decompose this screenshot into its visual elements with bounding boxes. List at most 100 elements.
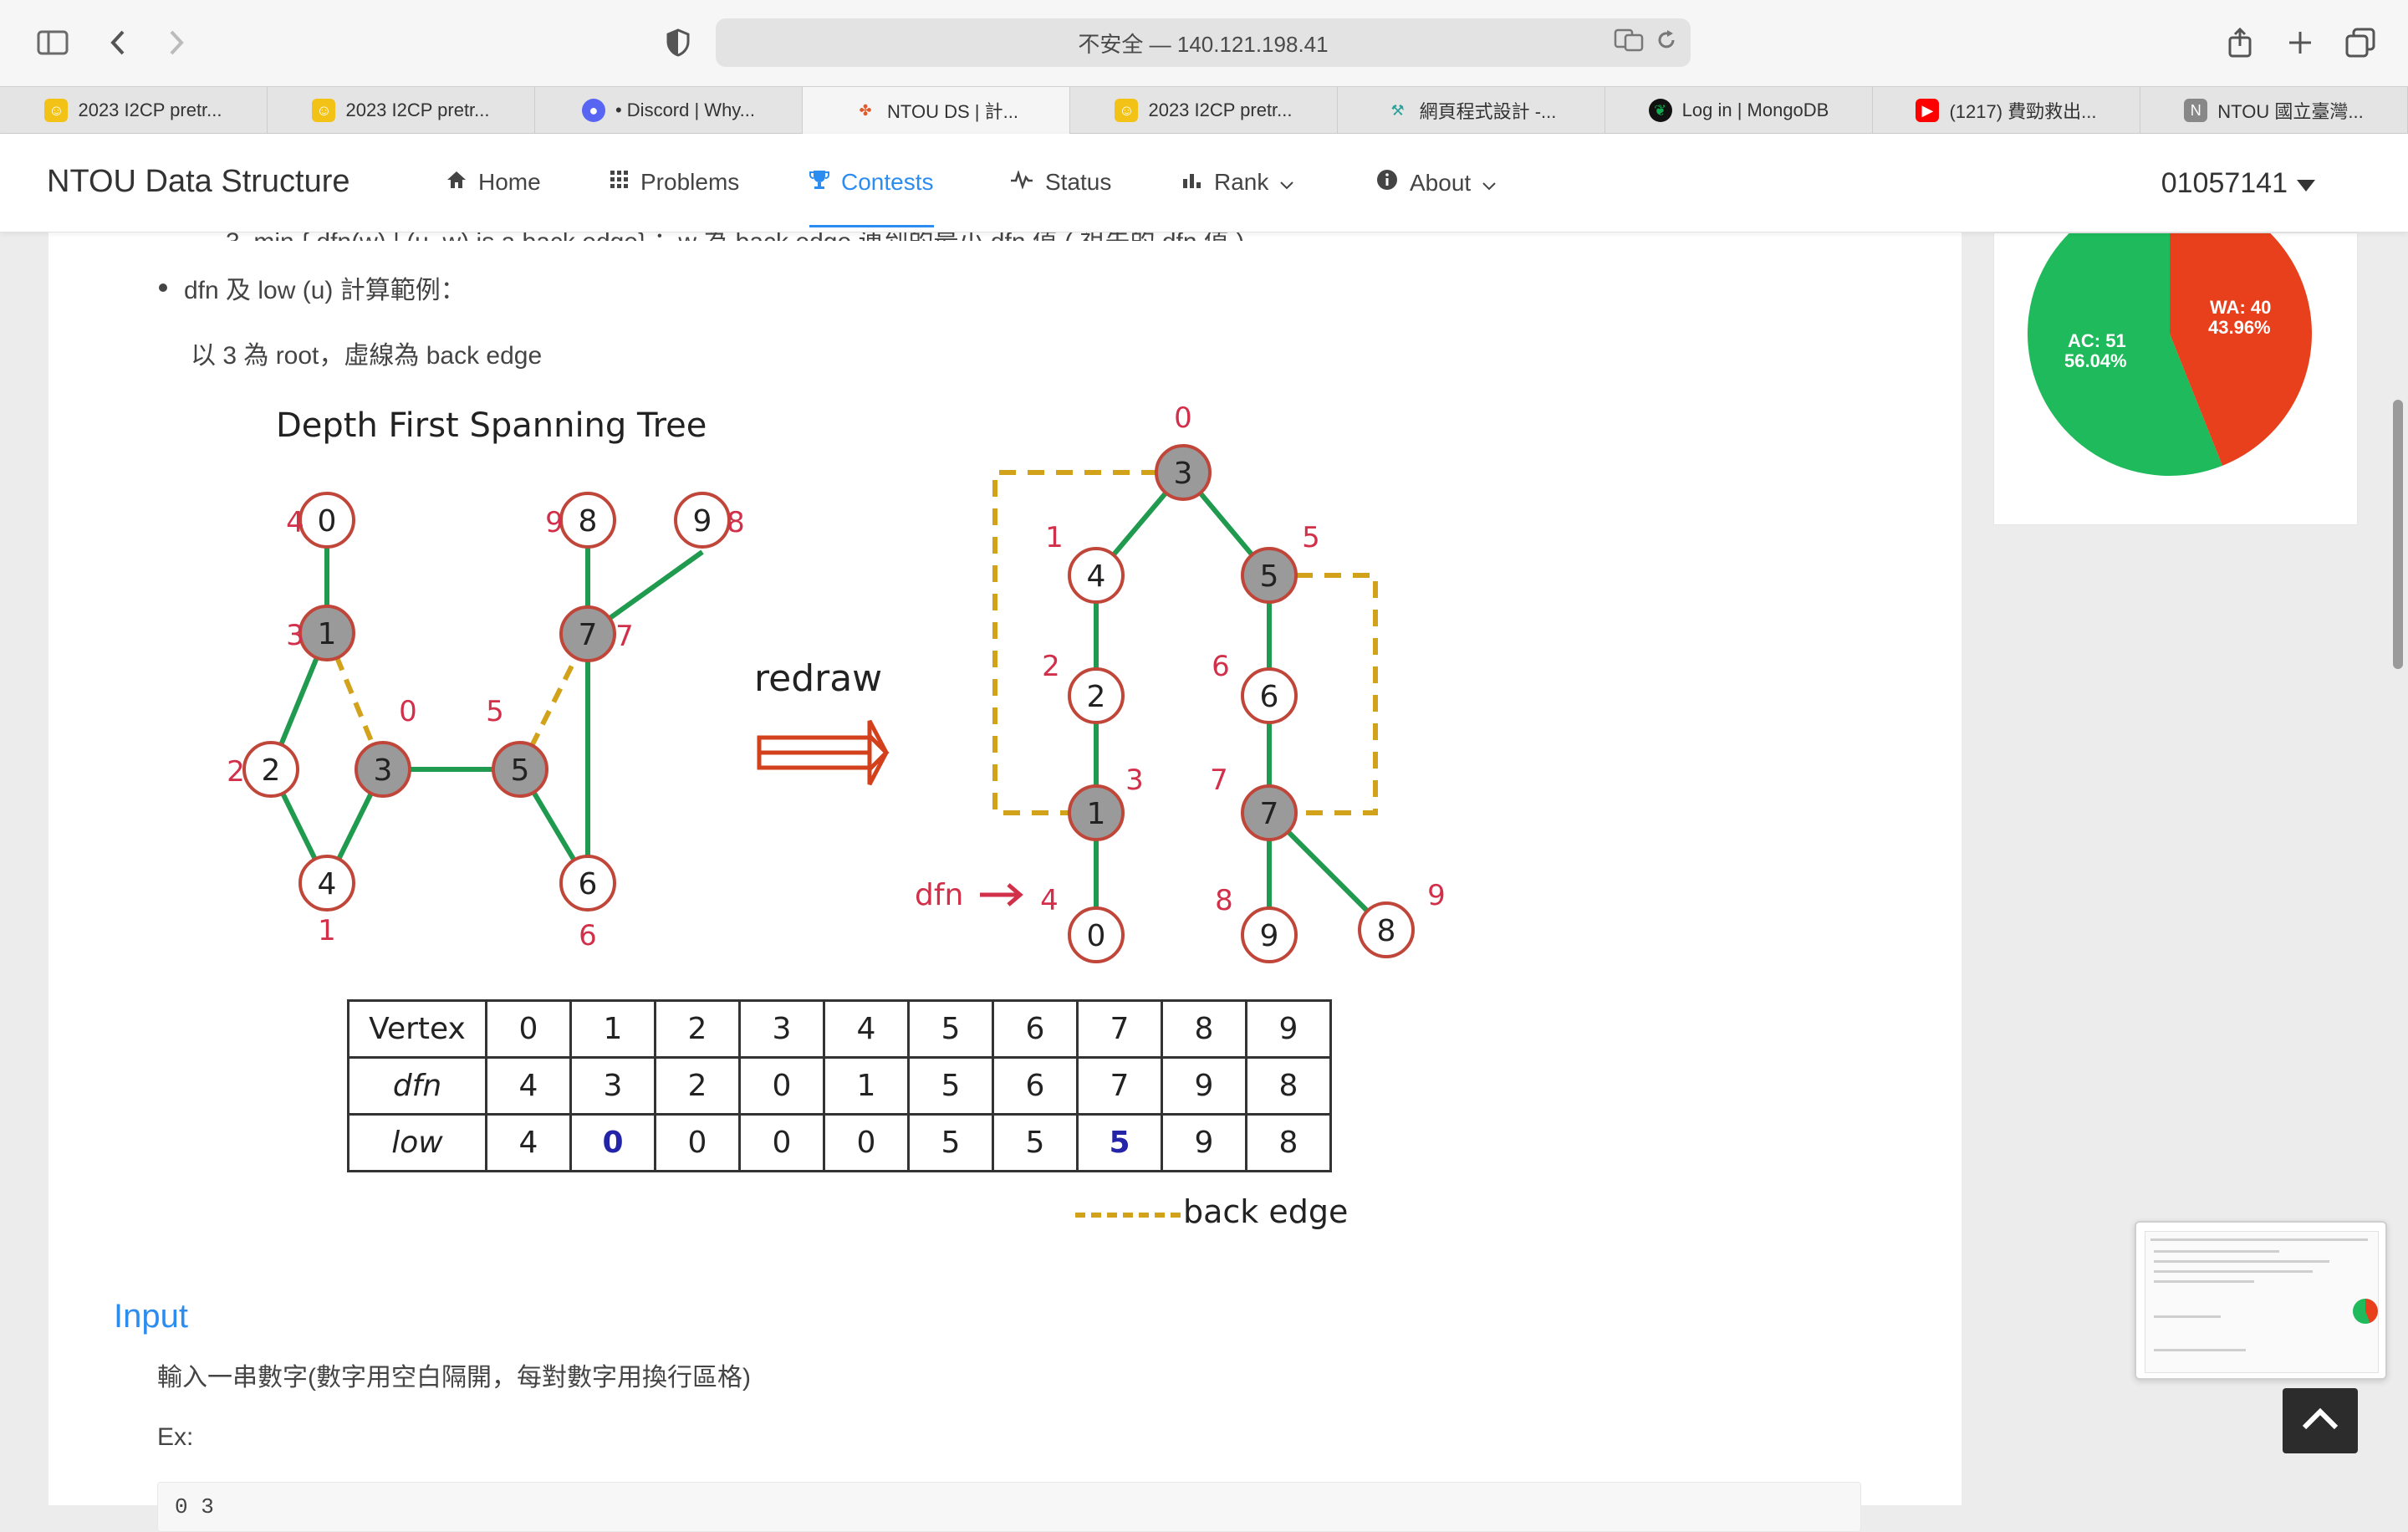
- table-cell: 7: [1076, 1056, 1163, 1116]
- table-header-cell: 2: [654, 999, 741, 1059]
- left-dfn-label-1: 3: [286, 619, 304, 652]
- left-node-label-1: 1: [318, 617, 337, 651]
- tab-label: 2023 I2CP pretr...: [78, 100, 222, 120]
- tab-i2cp-3[interactable]: ☺ 2023 I2CP pretr...: [1070, 87, 1338, 134]
- right-node-label-0: 0: [1087, 919, 1106, 953]
- dfn-label: dfn: [915, 878, 963, 912]
- left-dfn-label-5: 5: [486, 695, 504, 728]
- right-node-label-1: 1: [1087, 797, 1106, 831]
- table-cell: 0: [738, 1056, 825, 1116]
- page-scrollbar-thumb[interactable]: [2393, 400, 2403, 669]
- chevron-down-icon: [1482, 170, 1496, 197]
- bar-chart-icon: [1182, 171, 1202, 195]
- right-node-label-7: 7: [1260, 797, 1279, 831]
- left-dfn-label-0: 4: [286, 506, 304, 539]
- nav-problems[interactable]: Problems: [610, 169, 739, 196]
- left-node-label-5: 5: [511, 753, 530, 788]
- back-edge-r-1-3: [992, 470, 1158, 815]
- left-dfn-label-8: 9: [545, 506, 564, 539]
- browser-toolbar: 不安全 — 140.121.198.41: [0, 0, 2408, 86]
- table-cell: 8: [1245, 1113, 1332, 1172]
- tab-label: Log in | MongoDB: [1681, 100, 1829, 120]
- page-thumbnail-preview[interactable]: [2135, 1221, 2387, 1380]
- left-node-label-0: 0: [318, 504, 337, 539]
- table-cell: 6: [992, 1056, 1079, 1116]
- figure-title: Depth First Spanning Tree: [276, 406, 707, 445]
- nav-status-label: Status: [1045, 169, 1112, 195]
- table-cell: 9: [1161, 1113, 1247, 1172]
- example-code-block: 0 3: [157, 1482, 1861, 1532]
- right-dfn-label-8: 9: [1427, 879, 1446, 912]
- tab-label: 2023 I2CP pretr...: [1148, 100, 1293, 120]
- leaf-icon: ❦: [1648, 99, 1672, 122]
- reload-icon[interactable]: [1656, 28, 1677, 58]
- chevron-up-icon: [2302, 1407, 2339, 1435]
- tab-youtube[interactable]: ▶ (1217) 費勁救出...: [1873, 87, 2140, 134]
- tab-overview-icon[interactable]: [2339, 22, 2381, 64]
- back-icon[interactable]: [97, 22, 139, 64]
- table-header-cell: 0: [485, 999, 572, 1059]
- bullet-dot: [159, 283, 167, 292]
- table-header-cell: 3: [738, 999, 825, 1059]
- table-cell: 1: [823, 1056, 910, 1116]
- table-header-cell: 6: [992, 999, 1079, 1059]
- chevron-down-icon: [1280, 169, 1294, 196]
- table-cell: 8: [1245, 1056, 1332, 1116]
- table-row-label: dfn: [347, 1056, 487, 1116]
- youtube-icon: ▶: [1916, 99, 1940, 122]
- back-to-top-button[interactable]: [2283, 1388, 2358, 1453]
- left-node-label-9: 9: [693, 504, 712, 539]
- nav-problems-label: Problems: [640, 169, 740, 195]
- table-header-cell: 4: [823, 999, 910, 1059]
- tab-mongodb[interactable]: ❦ Log in | MongoDB: [1605, 87, 1873, 134]
- new-tab-icon[interactable]: [2279, 22, 2321, 64]
- table-cell: 5: [907, 1056, 994, 1116]
- tab-i2cp-2[interactable]: ☺ 2023 I2CP pretr...: [268, 87, 535, 134]
- left-node-label-3: 3: [374, 753, 393, 788]
- right-dfn-label-6: 6: [1212, 650, 1230, 683]
- nav-status[interactable]: Status: [1010, 169, 1111, 196]
- tab-ntou-notion[interactable]: N NTOU 國立臺灣...: [2140, 87, 2408, 134]
- left-dfn-label-7: 7: [615, 620, 634, 653]
- tab-ntou-ds[interactable]: ✤ NTOU DS | 計...: [803, 87, 1070, 134]
- table-cell: 9: [1161, 1056, 1247, 1116]
- bullet-text: dfn 及 low (u) 計算範例：: [184, 277, 466, 304]
- nav-home-label: Home: [478, 169, 541, 195]
- privacy-shield-icon[interactable]: [657, 22, 699, 64]
- left-dfn-label-2: 2: [227, 755, 245, 789]
- site-brand[interactable]: NTOU Data Structure: [47, 164, 350, 200]
- address-bar[interactable]: 不安全 — 140.121.198.41: [716, 18, 1691, 67]
- left-dfn-label-6: 6: [579, 919, 597, 952]
- nav-contests[interactable]: Contests: [809, 169, 934, 227]
- translate-icon[interactable]: [1614, 28, 1644, 58]
- table-cell: 0: [569, 1113, 656, 1172]
- forward-icon[interactable]: [156, 22, 197, 64]
- table-header-cell: 9: [1245, 999, 1332, 1059]
- table-cell: 0: [738, 1113, 825, 1172]
- tab-i2cp-1[interactable]: ☺ 2023 I2CP pretr...: [0, 87, 268, 134]
- stats-card: AC: 51 56.04% WA: 40 43.96%: [1993, 192, 2358, 525]
- tab-label: (1217) 費勁救出...: [1949, 101, 2097, 122]
- left-node-label-6: 6: [579, 867, 598, 901]
- table-header-label: Vertex: [347, 999, 487, 1059]
- user-menu[interactable]: 01057141: [2161, 167, 2316, 200]
- tab-label: 網頁程式設計 -...: [1419, 101, 1557, 122]
- share-icon[interactable]: [2219, 22, 2261, 64]
- left-dfn-label-9: 8: [727, 506, 745, 539]
- right-node-label-2: 2: [1087, 680, 1106, 714]
- table-header-cell: 8: [1161, 999, 1247, 1059]
- discord-icon: ●: [581, 99, 605, 122]
- sidebar-toggle-icon[interactable]: [32, 22, 74, 64]
- table-row: low 4 0 0 0 0 5 5 5 9 8: [347, 1113, 1332, 1172]
- table-header-cell: 7: [1076, 999, 1163, 1059]
- smiley-icon: ☺: [312, 99, 336, 122]
- tab-discord[interactable]: ● • Discord | Why...: [535, 87, 803, 134]
- nav-about[interactable]: About: [1376, 169, 1496, 197]
- tab-web-programming[interactable]: ⚒ 網頁程式設計 -...: [1338, 87, 1605, 134]
- pie-wa-pct: 43.96%: [2208, 317, 2271, 338]
- nav-rank[interactable]: Rank: [1182, 169, 1294, 196]
- result-pie-chart: AC: 51 56.04% WA: 40 43.96%: [2028, 192, 2312, 476]
- nav-home[interactable]: Home: [446, 169, 541, 196]
- table-cell: 3: [569, 1056, 656, 1116]
- pie-ac-pct: 56.04%: [2064, 350, 2127, 371]
